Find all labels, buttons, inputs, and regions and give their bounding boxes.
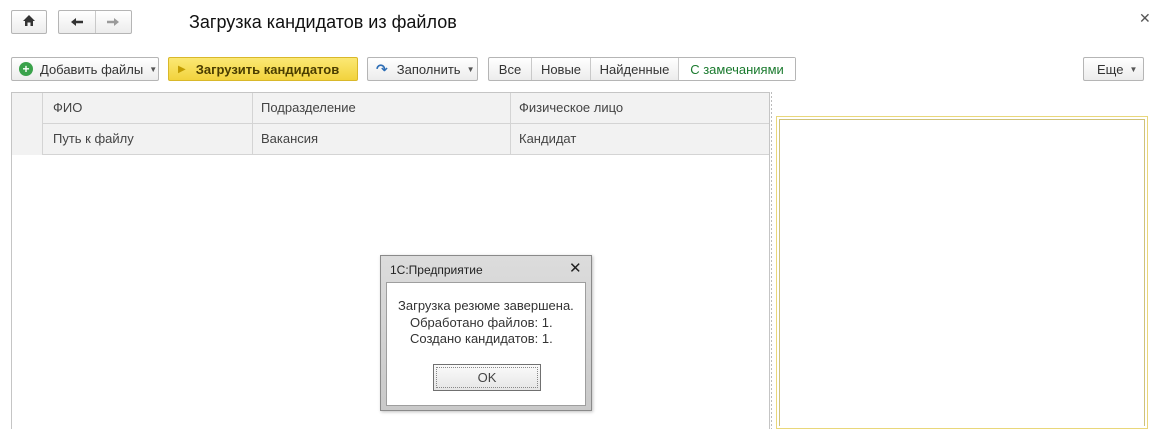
preview-frame	[779, 119, 1145, 426]
panel-splitter[interactable]	[771, 92, 772, 429]
page-title: Загрузка кандидатов из файлов	[189, 12, 457, 32]
table-header-row-2: Путь к файлу Вакансия Кандидат	[12, 124, 769, 155]
filter-found[interactable]: Найденные	[591, 58, 679, 80]
fill-label: Заполнить	[396, 61, 461, 77]
column-divider	[510, 93, 511, 155]
chevron-down-icon: ▼	[149, 64, 158, 74]
arrow-left-icon	[70, 18, 83, 26]
column-header-person[interactable]: Физическое лицо	[509, 93, 769, 123]
column-header-candidate[interactable]: Кандидат	[509, 124, 769, 154]
filter-with-remarks[interactable]: С замечаниями	[679, 58, 795, 80]
more-button[interactable]: Еще ▼	[1083, 57, 1144, 81]
home-icon	[22, 14, 36, 30]
row-marker-column	[12, 93, 43, 155]
filter-all[interactable]: Все	[489, 58, 532, 80]
message-dialog: 1С:Предприятие ✕ Загрузка резюме заверше…	[380, 255, 592, 411]
dialog-title: 1С:Предприятие	[390, 263, 483, 277]
preview-panel	[776, 116, 1148, 429]
arrow-right-icon	[107, 18, 120, 26]
more-label: Еще	[1097, 61, 1124, 77]
column-header-file-path[interactable]: Путь к файлу	[43, 124, 253, 154]
dialog-message: Создано кандидатов: 1.	[410, 331, 553, 346]
back-button[interactable]	[59, 11, 95, 33]
forward-button[interactable]	[96, 11, 132, 33]
chevron-down-icon: ▼	[466, 64, 475, 74]
column-divider	[252, 93, 253, 155]
load-candidates-button[interactable]: ▶ Загрузить кандидатов	[168, 57, 358, 81]
play-icon: ▶	[178, 63, 186, 75]
fill-arrow-icon: ↷	[376, 60, 388, 77]
plus-circle-icon: +	[19, 62, 33, 76]
chevron-down-icon: ▼	[1129, 64, 1138, 74]
column-header-department[interactable]: Подразделение	[251, 93, 509, 123]
column-header-fio[interactable]: ФИО	[43, 93, 253, 123]
load-candidates-label: Загрузить кандидатов	[195, 61, 340, 77]
filter-group: Все Новые Найденные С замечаниями	[488, 57, 796, 81]
filter-new[interactable]: Новые	[532, 58, 591, 80]
home-button[interactable]	[11, 10, 47, 34]
close-icon[interactable]: ✕	[569, 259, 582, 277]
ok-button[interactable]: OK	[433, 364, 541, 391]
fill-button[interactable]: ↷ Заполнить ▼	[367, 57, 478, 81]
dialog-body: Загрузка резюме завершена. Обработано фа…	[386, 282, 586, 406]
history-nav	[58, 10, 132, 34]
table-header-row-1: ФИО Подразделение Физическое лицо	[12, 93, 769, 124]
dialog-message: Обработано файлов: 1.	[410, 315, 553, 330]
column-header-vacancy[interactable]: Вакансия	[251, 124, 509, 154]
add-files-button[interactable]: + Добавить файлы ▼	[11, 57, 159, 81]
close-icon[interactable]: ✕	[1139, 10, 1151, 27]
dialog-message: Загрузка резюме завершена.	[398, 298, 574, 313]
add-files-label: Добавить файлы	[40, 61, 144, 77]
